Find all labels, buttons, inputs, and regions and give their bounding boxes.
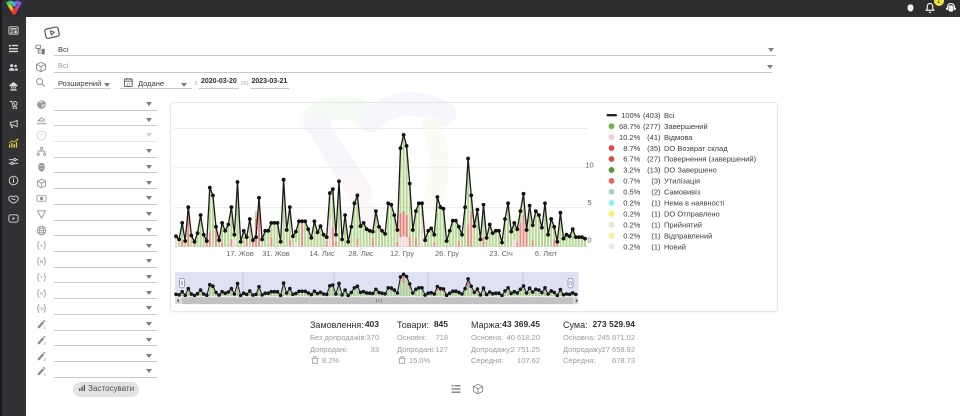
svg-text:0.2%: 0.2%	[623, 199, 640, 208]
svg-text:(1): (1)	[651, 209, 661, 218]
svg-text:(13): (13)	[647, 166, 661, 175]
svg-text:14. Лис: 14. Лис	[309, 249, 335, 258]
svg-text:(1): (1)	[651, 231, 661, 240]
svg-text:26. Гру: 26. Гру	[435, 249, 459, 258]
svg-text:31. Жов: 31. Жов	[262, 249, 290, 258]
svg-text:10.2%: 10.2%	[619, 133, 641, 142]
svg-text:(2): (2)	[651, 188, 661, 197]
svg-text:10: 10	[585, 160, 593, 169]
svg-text:23. Січ: 23. Січ	[489, 249, 513, 258]
svg-text:Завершений: Завершений	[664, 122, 708, 131]
svg-text:(1): (1)	[651, 242, 661, 251]
svg-text:0: 0	[587, 236, 591, 245]
svg-text:DO Отправлено: DO Отправлено	[664, 209, 720, 218]
svg-text:0.2%: 0.2%	[623, 209, 640, 218]
svg-text:68.7%: 68.7%	[619, 122, 641, 131]
svg-text:Новий: Новий	[664, 242, 686, 251]
svg-text:(1): (1)	[651, 220, 661, 229]
svg-text:Всі: Всі	[664, 111, 675, 120]
svg-text:(1): (1)	[651, 199, 661, 208]
svg-text:5: 5	[587, 198, 591, 207]
svg-text:Повернення (завершений): Повернення (завершений)	[664, 155, 757, 164]
svg-text:(41): (41)	[647, 133, 661, 142]
svg-text:Відмова: Відмова	[664, 133, 693, 142]
svg-text:DO Завершено: DO Завершено	[664, 166, 717, 175]
svg-text:Утилізація: Утилізація	[664, 177, 700, 186]
svg-text:0.7%: 0.7%	[623, 177, 640, 186]
svg-text:(277): (277)	[643, 122, 661, 131]
svg-text:(27): (27)	[647, 155, 661, 164]
svg-text:Відправлений: Відправлений	[664, 231, 712, 240]
svg-text:8.7%: 8.7%	[623, 144, 640, 153]
svg-text:0.2%: 0.2%	[623, 231, 640, 240]
svg-text:3.2%: 3.2%	[623, 166, 640, 175]
svg-text:0.2%: 0.2%	[623, 220, 640, 229]
svg-text:100%: 100%	[621, 111, 641, 120]
svg-text:Самовивіз: Самовивіз	[664, 188, 701, 197]
svg-text:6. Лют: 6. Лют	[535, 249, 558, 258]
svg-text:(3): (3)	[651, 177, 661, 186]
svg-text:0.5%: 0.5%	[623, 188, 640, 197]
svg-text:0.2%: 0.2%	[623, 242, 640, 251]
svg-text:28. Лис: 28. Лис	[348, 249, 374, 258]
svg-text:Нема в наявності: Нема в наявності	[664, 199, 725, 208]
svg-text:Прийнятий: Прийнятий	[664, 220, 702, 229]
svg-text:6.7%: 6.7%	[623, 155, 640, 164]
svg-text:(403): (403)	[643, 111, 661, 120]
svg-text:DO Возврат склад: DO Возврат склад	[664, 144, 728, 153]
svg-text:12. Гру: 12. Гру	[390, 249, 414, 258]
svg-text:17. Жов: 17. Жов	[226, 249, 254, 258]
svg-text:(35): (35)	[647, 144, 661, 153]
